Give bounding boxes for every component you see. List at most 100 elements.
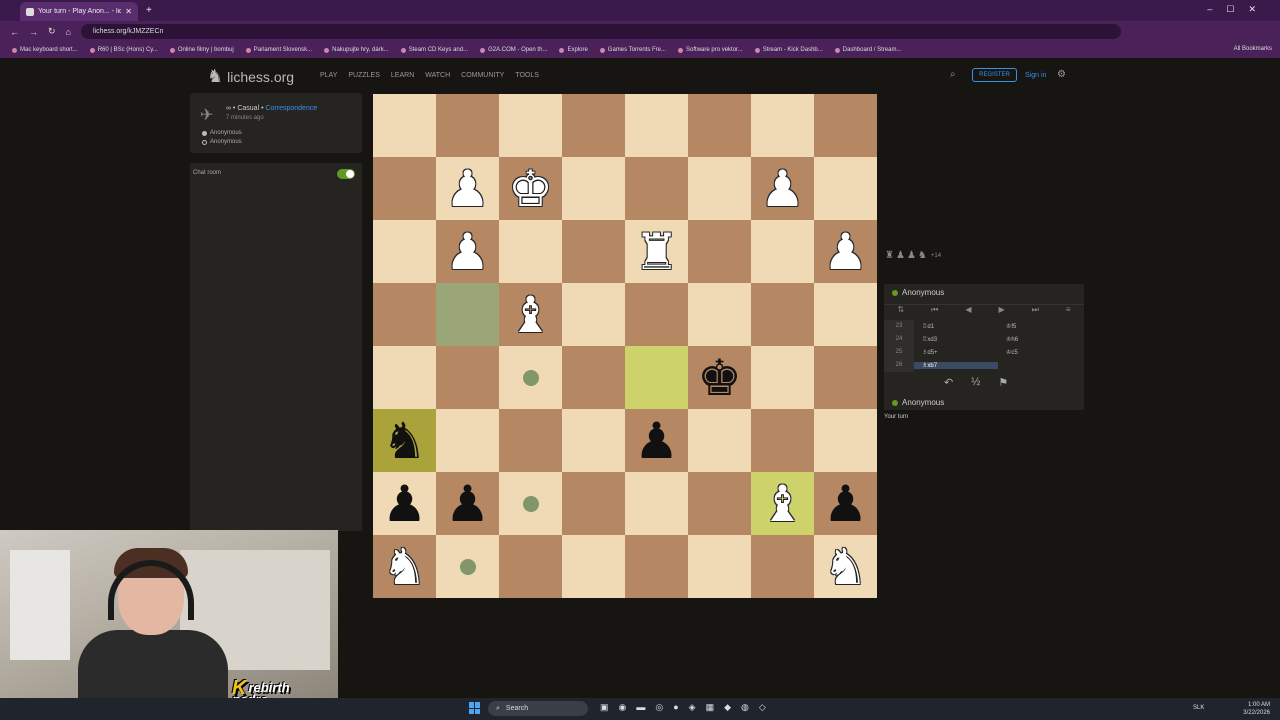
black-move[interactable]: ♔f5 bbox=[998, 323, 1082, 330]
last-move-icon[interactable]: ⏭ bbox=[1032, 305, 1039, 318]
back-icon[interactable]: ← bbox=[10, 27, 19, 37]
store-icon[interactable]: ▦ bbox=[706, 702, 715, 713]
board-square[interactable] bbox=[373, 157, 436, 220]
board-square[interactable] bbox=[751, 94, 814, 157]
gear-icon[interactable]: ⚙ bbox=[1057, 69, 1066, 80]
board-square[interactable] bbox=[373, 220, 436, 283]
board-square[interactable] bbox=[751, 346, 814, 409]
board-square[interactable] bbox=[562, 409, 625, 472]
board-square[interactable]: ♟ bbox=[751, 157, 814, 220]
board-square[interactable] bbox=[625, 94, 688, 157]
board-square[interactable]: ♝ bbox=[499, 283, 562, 346]
bookmark-item[interactable]: Dashboard / Stream... bbox=[835, 47, 902, 53]
white-king-icon[interactable]: ♚ bbox=[508, 164, 553, 214]
white-bishop-icon[interactable]: ♝ bbox=[508, 290, 553, 340]
board-square[interactable]: ♝ bbox=[751, 472, 814, 535]
all-bookmarks[interactable]: All Bookmarks bbox=[1234, 46, 1272, 52]
board-square[interactable]: ♟ bbox=[373, 472, 436, 535]
window-controls[interactable]: –☐✕ bbox=[1207, 4, 1270, 15]
home-icon[interactable]: ⌂ bbox=[66, 27, 71, 37]
board-square[interactable] bbox=[373, 94, 436, 157]
board-square[interactable] bbox=[814, 283, 877, 346]
black-move[interactable]: ♔h6 bbox=[998, 336, 1082, 343]
black-pawn-icon[interactable]: ♟ bbox=[445, 479, 490, 529]
chat-toggle[interactable] bbox=[337, 169, 355, 179]
prev-move-icon[interactable]: ◀ bbox=[965, 305, 971, 318]
board-square[interactable] bbox=[562, 220, 625, 283]
white-move[interactable]: ♖d1 bbox=[914, 323, 998, 330]
white-pawn-icon[interactable]: ♟ bbox=[823, 227, 868, 277]
white-pawn-icon[interactable]: ♟ bbox=[445, 164, 490, 214]
board-square[interactable] bbox=[688, 94, 751, 157]
white-knight-icon[interactable]: ♞ bbox=[382, 542, 427, 592]
browser-tab[interactable]: Your turn - Play Anon... - liches... ✕ bbox=[20, 2, 138, 21]
menu-icon[interactable]: ≡ bbox=[1066, 305, 1071, 318]
steam-icon[interactable]: ◈ bbox=[689, 702, 696, 713]
black-pawn-icon[interactable]: ♟ bbox=[823, 479, 868, 529]
board-square[interactable] bbox=[751, 535, 814, 598]
forward-icon[interactable]: → bbox=[29, 27, 38, 37]
board-square[interactable]: ♚ bbox=[499, 157, 562, 220]
board-square[interactable] bbox=[625, 535, 688, 598]
black-king-icon[interactable]: ♚ bbox=[697, 353, 742, 403]
black-pawn-icon[interactable]: ♟ bbox=[382, 479, 427, 529]
board-square[interactable] bbox=[499, 346, 562, 409]
white-rook-icon[interactable]: ♜ bbox=[634, 227, 679, 277]
new-tab-icon[interactable]: + bbox=[146, 5, 152, 16]
white-pawn-icon[interactable]: ♟ bbox=[445, 227, 490, 277]
chess-board[interactable]: ♟ ♚ ♟ ♟ ♜ ♟ ♝ ♚ ♞ ♟ ♟ ♟ ♝ ♟ ♞ ♞ bbox=[373, 94, 877, 598]
bookmark-item[interactable]: Steam CD Keys and... bbox=[401, 47, 468, 53]
board-square[interactable] bbox=[436, 283, 499, 346]
legal-move-dot[interactable] bbox=[522, 495, 539, 512]
nav-learn[interactable]: LEARN bbox=[391, 72, 414, 79]
system-clock[interactable]: 1:00 AM 3/22/2026 bbox=[1243, 701, 1270, 717]
board-square[interactable] bbox=[562, 157, 625, 220]
bookmark-item[interactable]: R60 | BSc (Hons) Cy... bbox=[90, 47, 158, 53]
bookmark-item[interactable]: Stream - Kick Dashb... bbox=[755, 47, 823, 53]
board-square[interactable] bbox=[688, 535, 751, 598]
url-field[interactable]: lichess.org/kJMZZECn bbox=[80, 24, 1121, 39]
board-square[interactable] bbox=[562, 283, 625, 346]
white-bishop-icon[interactable]: ♝ bbox=[760, 479, 805, 529]
board-square[interactable] bbox=[562, 346, 625, 409]
board-square[interactable] bbox=[373, 346, 436, 409]
board-square[interactable] bbox=[436, 94, 499, 157]
board-square[interactable] bbox=[373, 283, 436, 346]
white-knight-icon[interactable]: ♞ bbox=[823, 542, 868, 592]
nav-play[interactable]: PLAY bbox=[320, 72, 337, 79]
league-icon[interactable]: ◇ bbox=[759, 702, 766, 713]
player-white[interactable]: Anonymous bbox=[202, 130, 242, 136]
board-square[interactable]: ♟ bbox=[814, 472, 877, 535]
language-indicator[interactable]: SLK bbox=[1193, 705, 1204, 711]
lichess-logo[interactable]: ♞ lichess.org bbox=[207, 66, 294, 87]
board-square[interactable] bbox=[625, 283, 688, 346]
board-square[interactable] bbox=[751, 409, 814, 472]
board-square[interactable]: ♟ bbox=[436, 472, 499, 535]
nav-community[interactable]: COMMUNITY bbox=[461, 72, 504, 79]
board-square[interactable] bbox=[625, 472, 688, 535]
board-square[interactable] bbox=[688, 409, 751, 472]
board-square[interactable] bbox=[436, 535, 499, 598]
board-square[interactable] bbox=[814, 409, 877, 472]
file-explorer-icon[interactable]: ▬ bbox=[636, 702, 645, 713]
next-move-icon[interactable]: ▶ bbox=[999, 305, 1005, 318]
bottom-player[interactable]: Anonymous bbox=[892, 398, 944, 407]
board-square[interactable] bbox=[562, 94, 625, 157]
task-view-icon[interactable]: ▣ bbox=[600, 702, 609, 713]
correspondence-link[interactable]: Correspondence bbox=[265, 105, 317, 112]
close-tab-icon[interactable]: ✕ bbox=[125, 7, 132, 16]
board-square[interactable] bbox=[688, 220, 751, 283]
nav-puzzles[interactable]: PUZZLES bbox=[348, 72, 380, 79]
board-square[interactable] bbox=[625, 346, 688, 409]
board-square[interactable] bbox=[499, 409, 562, 472]
white-move[interactable]: ♖xd3 bbox=[914, 336, 998, 343]
board-square[interactable] bbox=[688, 283, 751, 346]
bookmark-item[interactable]: Games Torrents Fre... bbox=[600, 47, 666, 53]
bookmark-item[interactable]: Software pro vektor... bbox=[678, 47, 743, 53]
obs-icon[interactable]: ◎ bbox=[655, 702, 663, 713]
player-black[interactable]: Anonymous bbox=[202, 139, 242, 145]
board-square[interactable] bbox=[562, 472, 625, 535]
nav-tools[interactable]: TOOLS bbox=[515, 72, 539, 79]
board-square[interactable] bbox=[499, 472, 562, 535]
board-square[interactable]: ♞ bbox=[373, 409, 436, 472]
